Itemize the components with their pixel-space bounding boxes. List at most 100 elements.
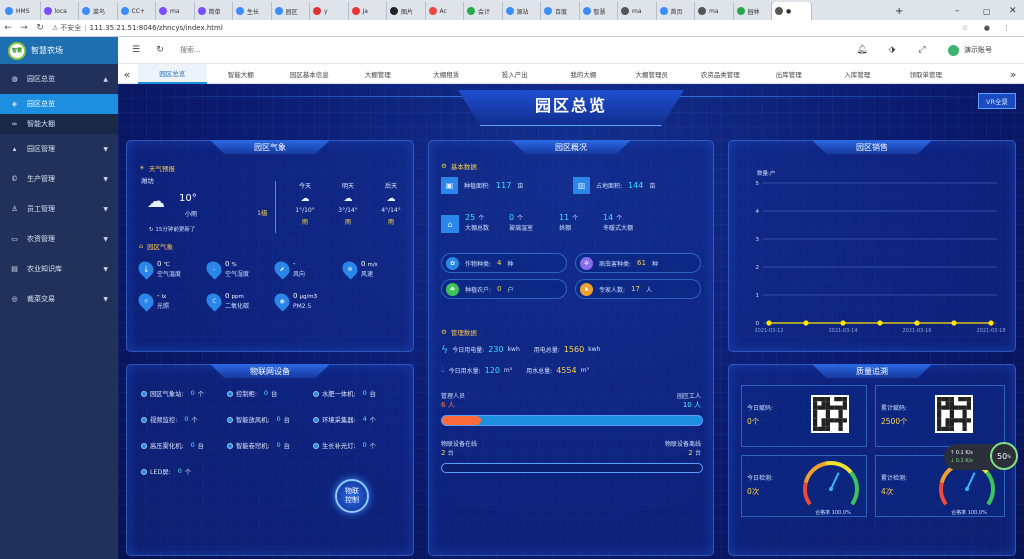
browser-tab[interactable]: HMS [2, 2, 41, 20]
browser-tab[interactable]: 会计 [464, 2, 503, 20]
browser-tab[interactable]: 园区 [272, 2, 310, 20]
user-name[interactable]: 演示账号 [964, 45, 992, 55]
page-tab[interactable]: 大棚租赁 [412, 64, 481, 84]
favicon-icon [544, 7, 552, 15]
back-icon[interactable]: ← [0, 23, 16, 33]
sun-icon: ☼ [135, 290, 157, 312]
browser-tab[interactable]: CC+ [118, 2, 156, 20]
page-tab[interactable]: 出库管理 [755, 64, 824, 84]
page-tab[interactable]: 大棚管理员 [618, 64, 687, 84]
menu-toggle-icon[interactable]: ☰ [124, 45, 148, 55]
page-tab[interactable]: 大棚管理 [344, 64, 413, 84]
sidebar-item[interactable]: ◈ 园区总览 [0, 94, 118, 114]
brand-title: 智慧农场 [31, 46, 63, 55]
browser-tab[interactable]: 源站 [503, 2, 541, 20]
updated-text: ↻ 15分钟前更新了 [149, 227, 196, 233]
browser-tab[interactable]: 百度 [541, 2, 580, 20]
page-tab[interactable]: 园区基本信息 [275, 64, 344, 84]
staff-worker: 园区工人 10 人 [676, 393, 701, 409]
iot-device: 视频监控: 0 个 [141, 415, 198, 424]
browser-tab[interactable]: Ja [349, 2, 387, 20]
maximize-icon[interactable]: ▢ [980, 2, 994, 20]
page-tab[interactable]: 农资品类管理 [686, 64, 755, 84]
user-avatar[interactable] [948, 44, 959, 56]
copyright-icon: © [11, 175, 18, 183]
stat-pill: ♞ 专家人数: 17 人 [575, 279, 701, 299]
tag-icon[interactable]: ⬗ [880, 45, 904, 55]
new-tab-button[interactable]: + [892, 2, 908, 20]
env-heading: ⌂ 园区气象 [139, 242, 174, 251]
page-tab[interactable]: 领取单管理 [892, 64, 961, 84]
link-icon: ∞ [11, 120, 18, 128]
favicon-icon [659, 7, 668, 15]
iot-device: 高压雾化机: 0 台 [141, 441, 204, 450]
overview-title: 园区概况 [511, 140, 631, 154]
page-tab[interactable]: 智能大棚 [207, 64, 276, 84]
browser-tab[interactable]: ma [156, 2, 195, 20]
reload-icon[interactable]: ↻ [32, 23, 48, 33]
browser-tab[interactable]: Ac [426, 2, 464, 20]
page-tab[interactable]: 入库管理 [823, 64, 892, 84]
page-tab[interactable]: 投入产出 [481, 64, 550, 84]
data-point[interactable] [951, 320, 957, 326]
browser-tab[interactable]: 菜鸟 [79, 2, 118, 20]
browser-tab[interactable]: 智慧 [580, 2, 618, 20]
browser-tab[interactable]: 首页 [657, 2, 695, 20]
data-point[interactable] [766, 320, 772, 326]
sidebar-item[interactable]: ∞ 智能大棚 [0, 114, 118, 134]
data-point[interactable] [914, 320, 920, 326]
brand[interactable]: 智慧 智慧农场 [0, 37, 118, 64]
browser-tab[interactable]: 园林 [734, 2, 772, 20]
browser-tab[interactable]: ma [618, 2, 657, 20]
sidebar-item[interactable]: ◎ 裁菜交易 ▼ [0, 284, 118, 314]
env-metric: C 0 ppm 二氧化碳 [203, 290, 249, 312]
refresh-icon[interactable]: ↻ [148, 45, 172, 55]
weather-panel: 园区气象 ☀ 天气预报 潍坊 ☁ 10° 小雨 1级 ↻ 15分钟前更新了 今天 ☁… [126, 140, 414, 352]
forward-icon[interactable]: → [16, 23, 32, 33]
iot-device: LED屏: 0 个 [141, 467, 191, 476]
lightning-icon: ϟ [441, 343, 449, 356]
data-point[interactable] [877, 320, 883, 326]
tabs-next-icon[interactable]: » [1004, 64, 1022, 84]
data-point[interactable] [840, 320, 846, 326]
online-devices: 物联设备在线 2 台 [441, 441, 478, 457]
browser-tab[interactable]: 图片 [387, 2, 426, 20]
data-point[interactable] [803, 320, 809, 326]
favicon-icon [351, 7, 360, 15]
sidebar-item[interactable]: ♙ 员工管理 ▼ [0, 194, 118, 224]
iot-control-button[interactable]: 物联 控制 [335, 479, 369, 513]
browser-tab[interactable]: ma [695, 2, 734, 20]
sidebar-item[interactable]: ▴ 园区管理 ▼ [0, 134, 118, 164]
sidebar-item[interactable]: ▭ 农资管理 ▼ [0, 224, 118, 254]
tabs-prev-icon[interactable]: « [118, 64, 136, 84]
browser-tab[interactable]: y [310, 2, 349, 20]
profile-icon[interactable]: ● [984, 24, 990, 32]
graduate-icon: ▴ [12, 145, 17, 153]
chevron-icon: ▼ [103, 265, 108, 273]
search-input[interactable] [180, 42, 300, 58]
vr-button[interactable]: VR全景 [978, 93, 1016, 109]
speed-widget[interactable]: ↑ 0.1 K/s ↓ 0.1 K/s 50% [944, 442, 1018, 470]
page-tab[interactable]: 我的大棚 [549, 64, 618, 84]
url-text[interactable]: 111.35.21.51:8046/zhncys/index.html [90, 24, 223, 32]
sidebar-item[interactable]: ▤ 农业知识库 ▼ [0, 254, 118, 284]
fullscreen-icon[interactable]: ⤢ [910, 45, 934, 55]
close-window-icon[interactable]: ✕ [1006, 2, 1020, 20]
minimize-icon[interactable]: – [952, 2, 966, 20]
globe-icon: ◍ [11, 75, 18, 83]
sidebar-item[interactable]: © 生产管理 ▼ [0, 164, 118, 194]
sidebar-item[interactable]: ◍ 园区总览 ▲ [0, 64, 118, 94]
page-tab[interactable]: 园区总览 [138, 64, 207, 84]
browser-tab[interactable]: 简单 [195, 2, 233, 20]
browser-tab[interactable]: ● [772, 2, 812, 20]
browser-tab[interactable]: loca [41, 2, 79, 20]
user-icon: ♙ [11, 205, 18, 213]
browser-tab[interactable]: 生长 [233, 2, 272, 20]
today-desc: 小雨 [185, 211, 198, 218]
top-toolbar: ☰ ↻ 🔔︎ ⬗ ⤢ 演示账号 [118, 37, 1024, 64]
menu-icon[interactable]: ⋮ [1003, 24, 1010, 32]
star-icon[interactable]: ☆ [962, 24, 968, 32]
upload-rate: ↑ 0.1 K/s [950, 450, 973, 456]
data-point[interactable] [988, 320, 994, 326]
bell-icon[interactable]: 🔔︎ [850, 45, 874, 55]
